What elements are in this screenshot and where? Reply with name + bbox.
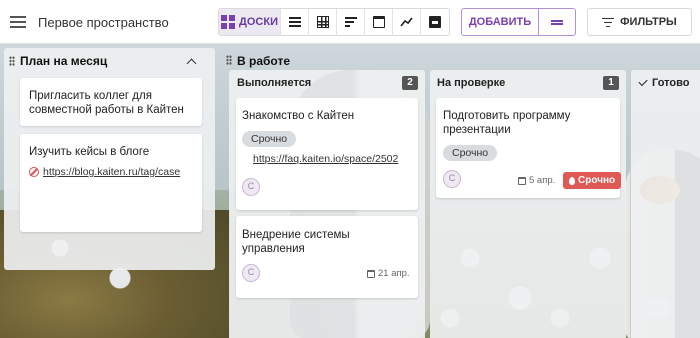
urgent-badge-text: Срочно [578, 175, 616, 186]
menu-icon[interactable] [8, 12, 28, 32]
calendar-icon [367, 269, 375, 278]
column-title: Готово [652, 77, 690, 89]
collapse-chevron-icon[interactable] [186, 58, 197, 69]
fire-icon [569, 176, 575, 185]
drag-handle-icon[interactable] [9, 56, 15, 66]
calendar-view-button[interactable] [365, 9, 393, 35]
column-done: Готово [630, 70, 700, 338]
card-title: Подготовить программу презентации [443, 110, 571, 136]
column-in-progress: Выполняется 2 Знакомство с Кайтен Срочно… [229, 70, 425, 338]
view-switcher: ДОСКИ [218, 8, 450, 36]
add-button[interactable]: ДОБАВИТЬ [462, 9, 539, 35]
list-icon [288, 17, 301, 27]
check-icon [638, 76, 648, 87]
top-bar: Первое пространство ДОСКИ ДОБАВИТЬ ФИЛЬТ… [0, 0, 700, 44]
filter-icon [602, 17, 615, 27]
filters-label: ФИЛЬТРЫ [620, 16, 677, 28]
card-link[interactable]: https://blog.kaiten.ru/tag/case [29, 166, 180, 178]
avatar[interactable]: C [242, 264, 260, 282]
boards-icon [221, 15, 236, 29]
tag-urgent[interactable]: Срочно [242, 131, 297, 147]
boards-view-label: ДОСКИ [239, 16, 278, 28]
card-title: Пригласить коллег для совместной работы … [29, 90, 184, 116]
card-link[interactable]: https://faq.kaiten.io/space/2502 [253, 153, 398, 165]
card-title: Знакомство с Кайтен [242, 110, 355, 122]
broken-link-icon [29, 167, 39, 177]
avatar[interactable]: C [443, 170, 461, 188]
due-date: 5 апр. [518, 175, 555, 186]
tag-urgent[interactable]: Срочно [443, 145, 498, 161]
due-date-text: 5 апр. [529, 175, 556, 186]
card-prepare-presentation[interactable]: Подготовить программу презентации Срочно… [436, 98, 622, 198]
space-title[interactable]: Первое пространство [38, 15, 169, 30]
card-title: Изучить кейсы в блоге [29, 146, 150, 158]
plan-column-title[interactable]: План на месяц [20, 54, 107, 68]
timeline-view-button[interactable] [337, 9, 365, 35]
chart-icon [400, 17, 413, 27]
due-date-text: 21 апр. [378, 268, 410, 279]
card-study-cases[interactable]: Изучить кейсы в блоге https://blog.kaite… [20, 134, 202, 232]
column-card-count: 1 [603, 76, 619, 90]
add-group: ДОБАВИТЬ [461, 8, 576, 36]
column-title[interactable]: Выполняется [237, 77, 311, 89]
column-title[interactable]: На проверке [437, 77, 505, 89]
archive-icon [429, 16, 441, 28]
plan-column: План на месяц Пригласить коллег для совм… [4, 48, 215, 270]
column-card-count: 2 [402, 76, 418, 90]
filters-button[interactable]: ФИЛЬТРЫ [587, 8, 692, 36]
card-implement-system[interactable]: Внедрение системы управления C 21 апр. [236, 216, 418, 298]
calendar-icon [372, 16, 385, 28]
due-date: 21 апр. [367, 268, 410, 279]
table-view-button[interactable] [309, 9, 337, 35]
boards-view-button[interactable]: ДОСКИ [219, 9, 281, 35]
table-icon [316, 16, 329, 28]
list-view-button[interactable] [281, 9, 309, 35]
timeline-icon [344, 17, 357, 27]
avatar[interactable]: C [242, 178, 260, 196]
add-options-button[interactable] [539, 9, 575, 35]
board-title[interactable]: В работе [237, 54, 290, 68]
column-review: На проверке 1 Подготовить программу през… [430, 70, 626, 338]
card-invite-colleagues[interactable]: Пригласить коллег для совместной работы … [20, 78, 202, 126]
menu-lines-icon [551, 19, 563, 25]
calendar-icon [518, 176, 526, 185]
archive-view-button[interactable] [421, 9, 449, 35]
drag-handle-icon[interactable] [226, 55, 232, 65]
card-link-text: https://blog.kaiten.ru/tag/case [43, 166, 181, 178]
column-title-done[interactable]: Готово [638, 76, 690, 89]
urgent-badge[interactable]: Срочно [563, 172, 622, 189]
card-kaiten-intro[interactable]: Знакомство с Кайтен Срочно https://faq.k… [236, 98, 418, 210]
card-title: Внедрение системы управления [242, 229, 350, 255]
chart-view-button[interactable] [393, 9, 421, 35]
